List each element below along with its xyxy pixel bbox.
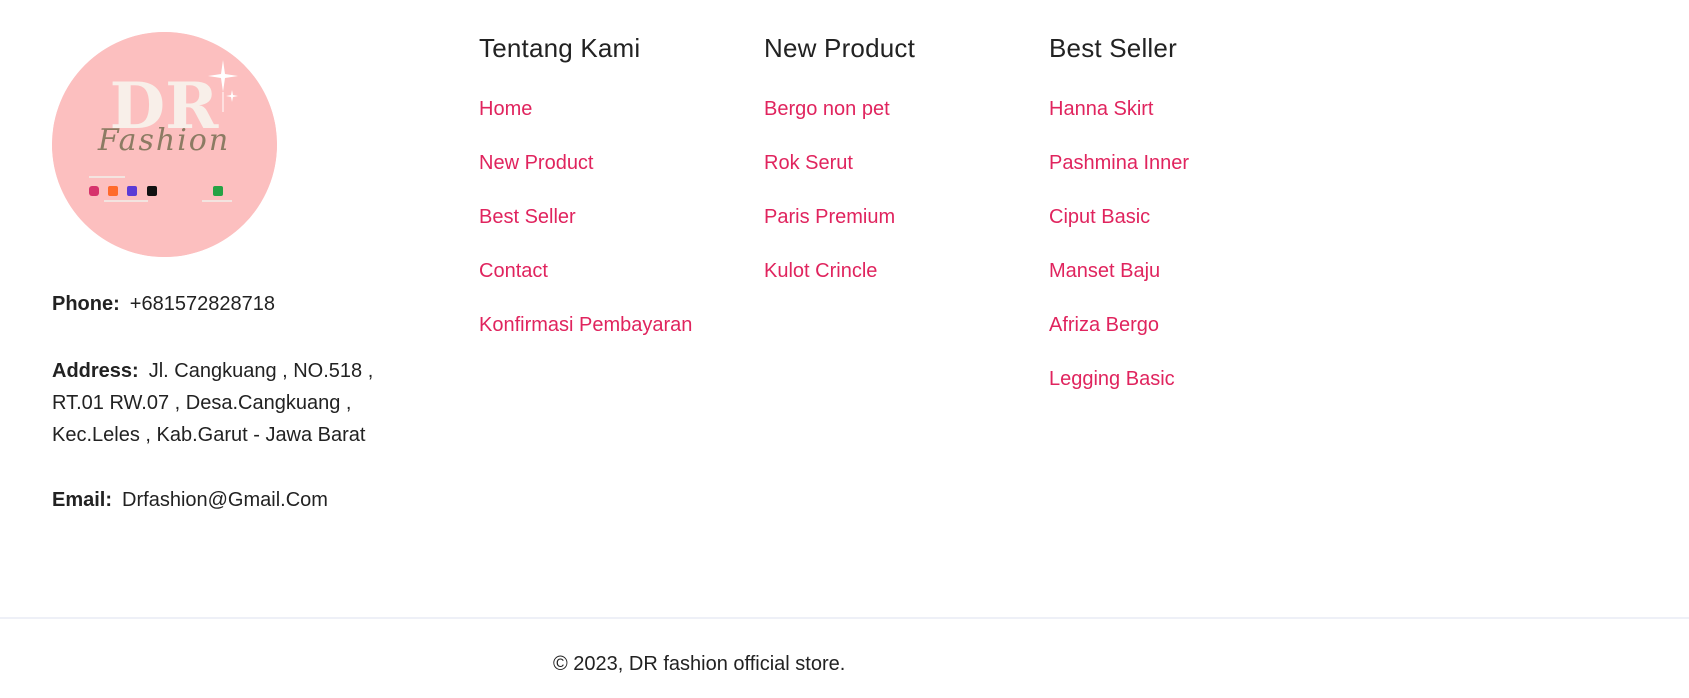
address-label: Address: xyxy=(52,360,139,382)
footer-link-manset-baju[interactable]: Manset Baju xyxy=(1049,258,1160,284)
list-item: Best Seller xyxy=(479,204,692,258)
column-title: Best Seller xyxy=(1049,33,1177,63)
link-list: Bergo non pet Rok Serut Paris Premium Ku… xyxy=(764,96,915,312)
list-item: Pashmina Inner xyxy=(1049,150,1189,204)
footer-link-konfirmasi-pembayaran[interactable]: Konfirmasi Pembayaran xyxy=(479,312,692,338)
footer-column-new-product: New Product Bergo non pet Rok Serut Pari… xyxy=(764,30,915,312)
footer-link-legging-basic[interactable]: Legging Basic xyxy=(1049,366,1175,392)
list-item: Home xyxy=(479,96,692,150)
link-list: Home New Product Best Seller Contact Kon… xyxy=(479,96,692,366)
contact-phone: Phone: +681572828718 xyxy=(52,288,412,320)
footer-link-new-product[interactable]: New Product xyxy=(479,150,594,176)
email-value: Drfashion@Gmail.Com xyxy=(122,489,328,511)
list-item: Bergo non pet xyxy=(764,96,915,150)
footer-link-paris-premium[interactable]: Paris Premium xyxy=(764,204,895,230)
column-title: Tentang Kami xyxy=(479,33,641,63)
list-item: Paris Premium xyxy=(764,204,915,258)
footer-link-ciput-basic[interactable]: Ciput Basic xyxy=(1049,204,1150,230)
footer-link-pashmina-inner[interactable]: Pashmina Inner xyxy=(1049,150,1189,176)
footer-link-home[interactable]: Home xyxy=(479,96,532,122)
list-item: Contact xyxy=(479,258,692,312)
copyright-text: © 2023, DR fashion official store. xyxy=(553,653,846,675)
list-item: Ciput Basic xyxy=(1049,204,1189,258)
list-item: New Product xyxy=(479,150,692,204)
brand-logo[interactable]: DR Fashion xyxy=(52,32,277,257)
list-item: Manset Baju xyxy=(1049,258,1189,312)
footer-top: DR Fashion Phone: +681572828718 Address: J… xyxy=(0,0,1689,617)
list-item: Hanna Skirt xyxy=(1049,96,1189,150)
phone-value: +681572828718 xyxy=(129,293,275,315)
list-item: Konfirmasi Pembayaran xyxy=(479,312,692,366)
email-label: Email: xyxy=(52,489,113,511)
list-item: Legging Basic xyxy=(1049,366,1189,420)
list-item: Afriza Bergo xyxy=(1049,312,1189,366)
svg-text:Fashion: Fashion xyxy=(97,123,230,158)
footer-link-bergo-non-pet[interactable]: Bergo non pet xyxy=(764,96,890,122)
footer-link-afriza-bergo[interactable]: Afriza Bergo xyxy=(1049,312,1159,338)
list-item: Kulot Crincle xyxy=(764,258,915,312)
phone-label: Phone: xyxy=(52,293,120,315)
contact-address: Address: Jl. Cangkuang , NO.518 , RT.01 R… xyxy=(52,355,412,451)
footer-divider xyxy=(0,617,1689,619)
link-list: Hanna Skirt Pashmina Inner Ciput Basic M… xyxy=(1049,96,1189,420)
footer-link-rok-serut[interactable]: Rok Serut xyxy=(764,150,853,176)
footer-link-kulot-crincle[interactable]: Kulot Crincle xyxy=(764,258,877,284)
logo-image: DR Fashion xyxy=(52,32,277,257)
footer-column-tentang-kami: Tentang Kami Home New Product Best Selle… xyxy=(479,30,692,366)
footer-link-best-seller[interactable]: Best Seller xyxy=(479,204,576,230)
footer-column-best-seller: Best Seller Hanna Skirt Pashmina Inner C… xyxy=(1049,30,1189,420)
footer-link-hanna-skirt[interactable]: Hanna Skirt xyxy=(1049,96,1154,122)
column-title: New Product xyxy=(764,33,916,63)
list-item: Rok Serut xyxy=(764,150,915,204)
contact-email: Email: Drfashion@Gmail.Com xyxy=(52,484,412,516)
footer-link-contact[interactable]: Contact xyxy=(479,258,548,284)
